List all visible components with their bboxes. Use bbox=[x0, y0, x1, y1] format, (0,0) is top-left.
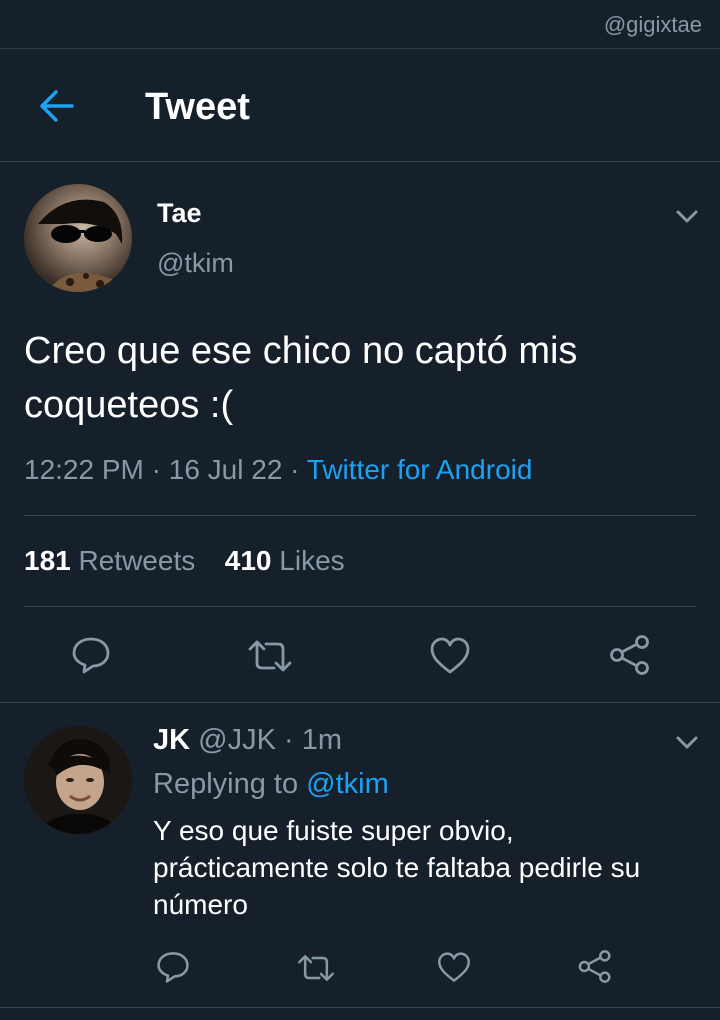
separator: · bbox=[275, 724, 302, 756]
reply-author-name[interactable]: JK bbox=[153, 724, 190, 756]
like-label[interactable]: Likes bbox=[279, 545, 344, 576]
watermark: @gigixtae bbox=[603, 12, 702, 37]
retweet-icon bbox=[298, 955, 334, 981]
top-divider bbox=[0, 48, 720, 49]
share-button[interactable] bbox=[608, 634, 652, 681]
tweet-source-link[interactable]: Twitter for Android bbox=[307, 454, 533, 485]
share-icon bbox=[578, 950, 611, 983]
more-options-button[interactable] bbox=[672, 206, 702, 226]
author-name[interactable]: Tae bbox=[157, 198, 202, 229]
heart-icon bbox=[438, 952, 470, 982]
page-title: Tweet bbox=[145, 86, 250, 128]
mention-link[interactable]: @tkim bbox=[306, 768, 389, 800]
replying-label: Replying to bbox=[153, 768, 299, 800]
comment-icon bbox=[157, 952, 189, 983]
separator: · bbox=[143, 454, 169, 485]
retweet-icon bbox=[248, 640, 292, 672]
reply-retweet-button[interactable] bbox=[296, 952, 336, 989]
reply-share-button[interactable] bbox=[577, 949, 613, 989]
like-count[interactable]: 410 bbox=[225, 545, 272, 576]
comment-icon bbox=[72, 637, 110, 674]
reply-author-handle[interactable]: @JJK bbox=[198, 724, 276, 756]
back-button[interactable] bbox=[36, 88, 76, 124]
chevron-down-icon bbox=[676, 736, 698, 749]
author-handle[interactable]: @tkim bbox=[157, 248, 234, 279]
divider bbox=[24, 606, 696, 607]
heart-icon bbox=[430, 637, 470, 674]
tweet-meta: 12:22 PM · 16 Jul 22 · Twitter for Andro… bbox=[24, 454, 532, 486]
retweet-label[interactable]: Retweets bbox=[79, 545, 196, 576]
retweet-button[interactable] bbox=[246, 637, 294, 680]
tweet-stats: 181 Retweets 410 Likes bbox=[24, 545, 345, 577]
reply-button[interactable] bbox=[70, 635, 112, 680]
reply-time[interactable]: 1m bbox=[302, 724, 342, 756]
reply-reply-button[interactable] bbox=[155, 950, 191, 989]
bottom-divider bbox=[0, 1007, 720, 1008]
tweet-text: Creo que ese chico no captó mis coqueteo… bbox=[24, 330, 578, 426]
reply-like-button[interactable] bbox=[436, 951, 472, 989]
reply-avatar-photo bbox=[24, 726, 132, 834]
like-button[interactable] bbox=[428, 636, 472, 681]
replying-to: Replying to @tkim bbox=[153, 768, 389, 801]
avatar[interactable] bbox=[24, 184, 132, 292]
tweet-time: 12:22 PM bbox=[24, 454, 144, 485]
section-divider bbox=[0, 702, 720, 703]
reply-header: JK @JJK · 1m bbox=[153, 724, 342, 757]
reply-avatar[interactable] bbox=[24, 726, 132, 834]
retweet-count[interactable]: 181 bbox=[24, 545, 71, 576]
reply-text: Y eso que fuiste super obvio, prácticame… bbox=[153, 815, 641, 920]
reply-more-options-button[interactable] bbox=[672, 732, 702, 752]
arrow-left-icon bbox=[40, 90, 74, 122]
chevron-down-icon bbox=[676, 210, 698, 223]
share-icon bbox=[610, 635, 649, 675]
header: Tweet bbox=[0, 50, 720, 162]
tweet-date: 16 Jul 22 bbox=[168, 454, 283, 485]
separator: · bbox=[282, 454, 307, 485]
avatar-photo bbox=[38, 199, 124, 292]
divider bbox=[24, 515, 696, 516]
